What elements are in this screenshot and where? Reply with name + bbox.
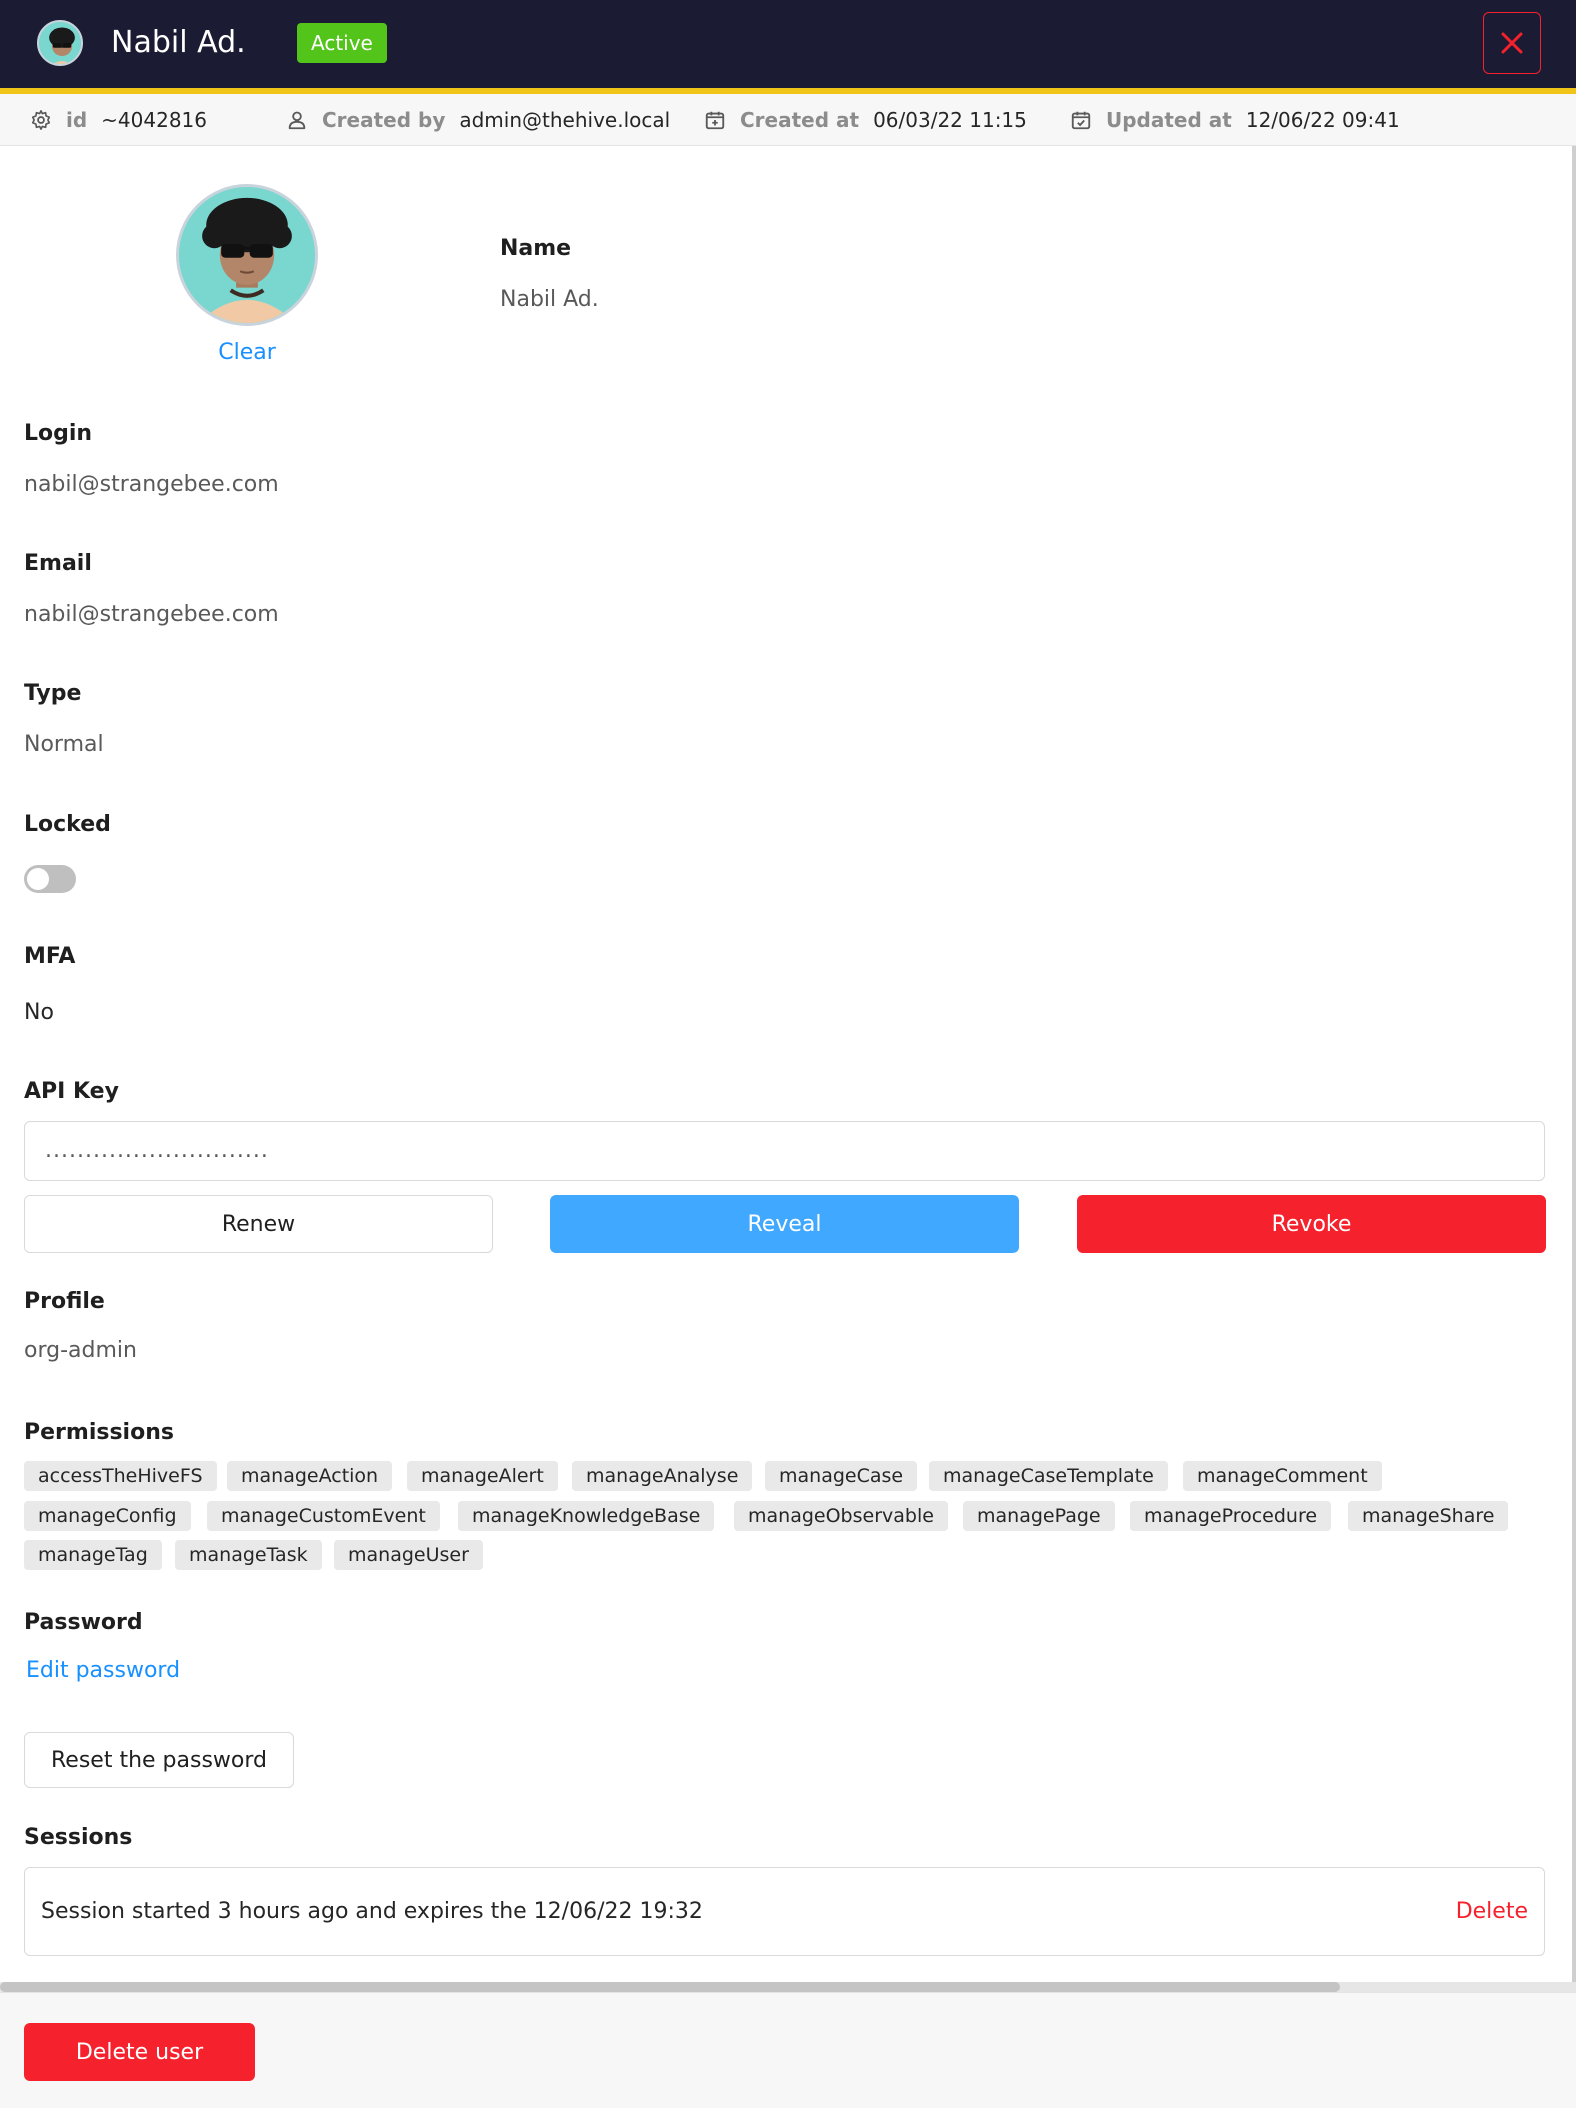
permission-tag: manageAction [227,1461,393,1491]
meta-created-at-label: Created at [740,108,860,132]
clear-avatar-link[interactable]: Clear [176,340,318,365]
user-avatar[interactable] [176,184,318,326]
permission-tag: manageProcedure [1130,1501,1332,1531]
api-key-field[interactable]: ............................ [24,1121,1545,1181]
name-value: Nabil Ad. [500,287,599,312]
user-avatar-small [37,20,83,66]
permission-tag: manageTask [175,1540,322,1570]
close-button[interactable] [1483,12,1541,74]
avatar-illustration [179,187,315,323]
session-text: Session started 3 hours ago and expires … [41,1899,703,1924]
api-key-label: API Key [24,1079,119,1104]
horizontal-scrollbar-thumb[interactable] [0,1982,1340,1992]
close-icon [1501,32,1523,54]
permission-tag: manageComment [1183,1461,1382,1491]
gear-icon [31,110,51,130]
reveal-button[interactable]: Reveal [550,1195,1019,1253]
permission-tag: manageConfig [24,1501,191,1531]
meta-created-by-label: Created by [322,108,446,132]
sessions-label: Sessions [24,1825,133,1850]
meta-id-label: id [66,108,88,132]
name-label: Name [500,236,572,261]
meta-updated-at-label: Updated at [1106,108,1232,132]
type-label: Type [24,681,82,706]
edit-password-link[interactable]: Edit password [26,1658,180,1683]
permission-tag: manageCaseTemplate [929,1461,1168,1491]
status-badge: Active [297,23,387,63]
email-label: Email [24,551,92,576]
renew-button[interactable]: Renew [24,1195,493,1253]
meta-created-by: Created by admin@thehive.local [286,94,670,146]
profile-value: org-admin [24,1338,137,1363]
login-label: Login [24,421,93,446]
permission-tag: manageTag [24,1540,162,1570]
revoke-button[interactable]: Revoke [1077,1195,1546,1253]
page-title: Nabil Ad. [111,25,246,60]
type-value: Normal [24,732,104,757]
profile-label: Profile [24,1289,105,1314]
permission-tag: manageCase [765,1461,918,1491]
meta-updated-at: Updated at 12/06/22 09:41 [1070,94,1400,146]
meta-created-at-value: 06/03/22 11:15 [873,108,1027,132]
password-label: Password [24,1610,143,1635]
permission-tag: manageCustomEvent [207,1501,440,1531]
meta-bar: id ~4042816 Created by admin@thehive.loc… [0,94,1576,146]
header-bar: Nabil Ad. Active [0,0,1576,88]
avatar-illustration [39,22,81,64]
permissions-label: Permissions [24,1420,174,1445]
vertical-scrollbar[interactable] [1572,146,1576,1986]
user-icon [288,111,306,130]
meta-id: id ~4042816 [30,94,207,146]
meta-created-by-value: admin@thehive.local [459,108,671,132]
login-value: nabil@strangebee.com [24,472,279,497]
toggle-knob [27,868,49,890]
permission-tag: manageObservable [734,1501,948,1531]
delete-session-link[interactable]: Delete [1436,1868,1528,1955]
permission-tag: accessTheHiveFS [24,1461,217,1491]
mfa-value: No [24,1000,54,1025]
permission-tag: manageKnowledgeBase [458,1501,715,1531]
meta-updated-at-value: 12/06/22 09:41 [1245,108,1400,132]
session-row: Session started 3 hours ago and expires … [24,1867,1545,1956]
calendar-plus-icon [705,111,725,130]
meta-id-value: ~4042816 [101,108,208,132]
meta-created-at: Created at 06/03/22 11:15 [704,94,1027,146]
mfa-label: MFA [24,944,76,969]
email-value: nabil@strangebee.com [24,602,279,627]
locked-toggle[interactable] [24,865,76,893]
reset-password-button[interactable]: Reset the password [24,1732,294,1788]
permission-tag: manageUser [334,1540,483,1570]
locked-label: Locked [24,812,111,837]
permission-tag: manageShare [1348,1501,1509,1531]
delete-user-button[interactable]: Delete user [24,2023,255,2081]
permission-tag: manageAnalyse [572,1461,753,1491]
calendar-check-icon [1071,111,1091,130]
permission-tag: manageAlert [407,1461,558,1491]
permission-tag: managePage [963,1501,1115,1531]
